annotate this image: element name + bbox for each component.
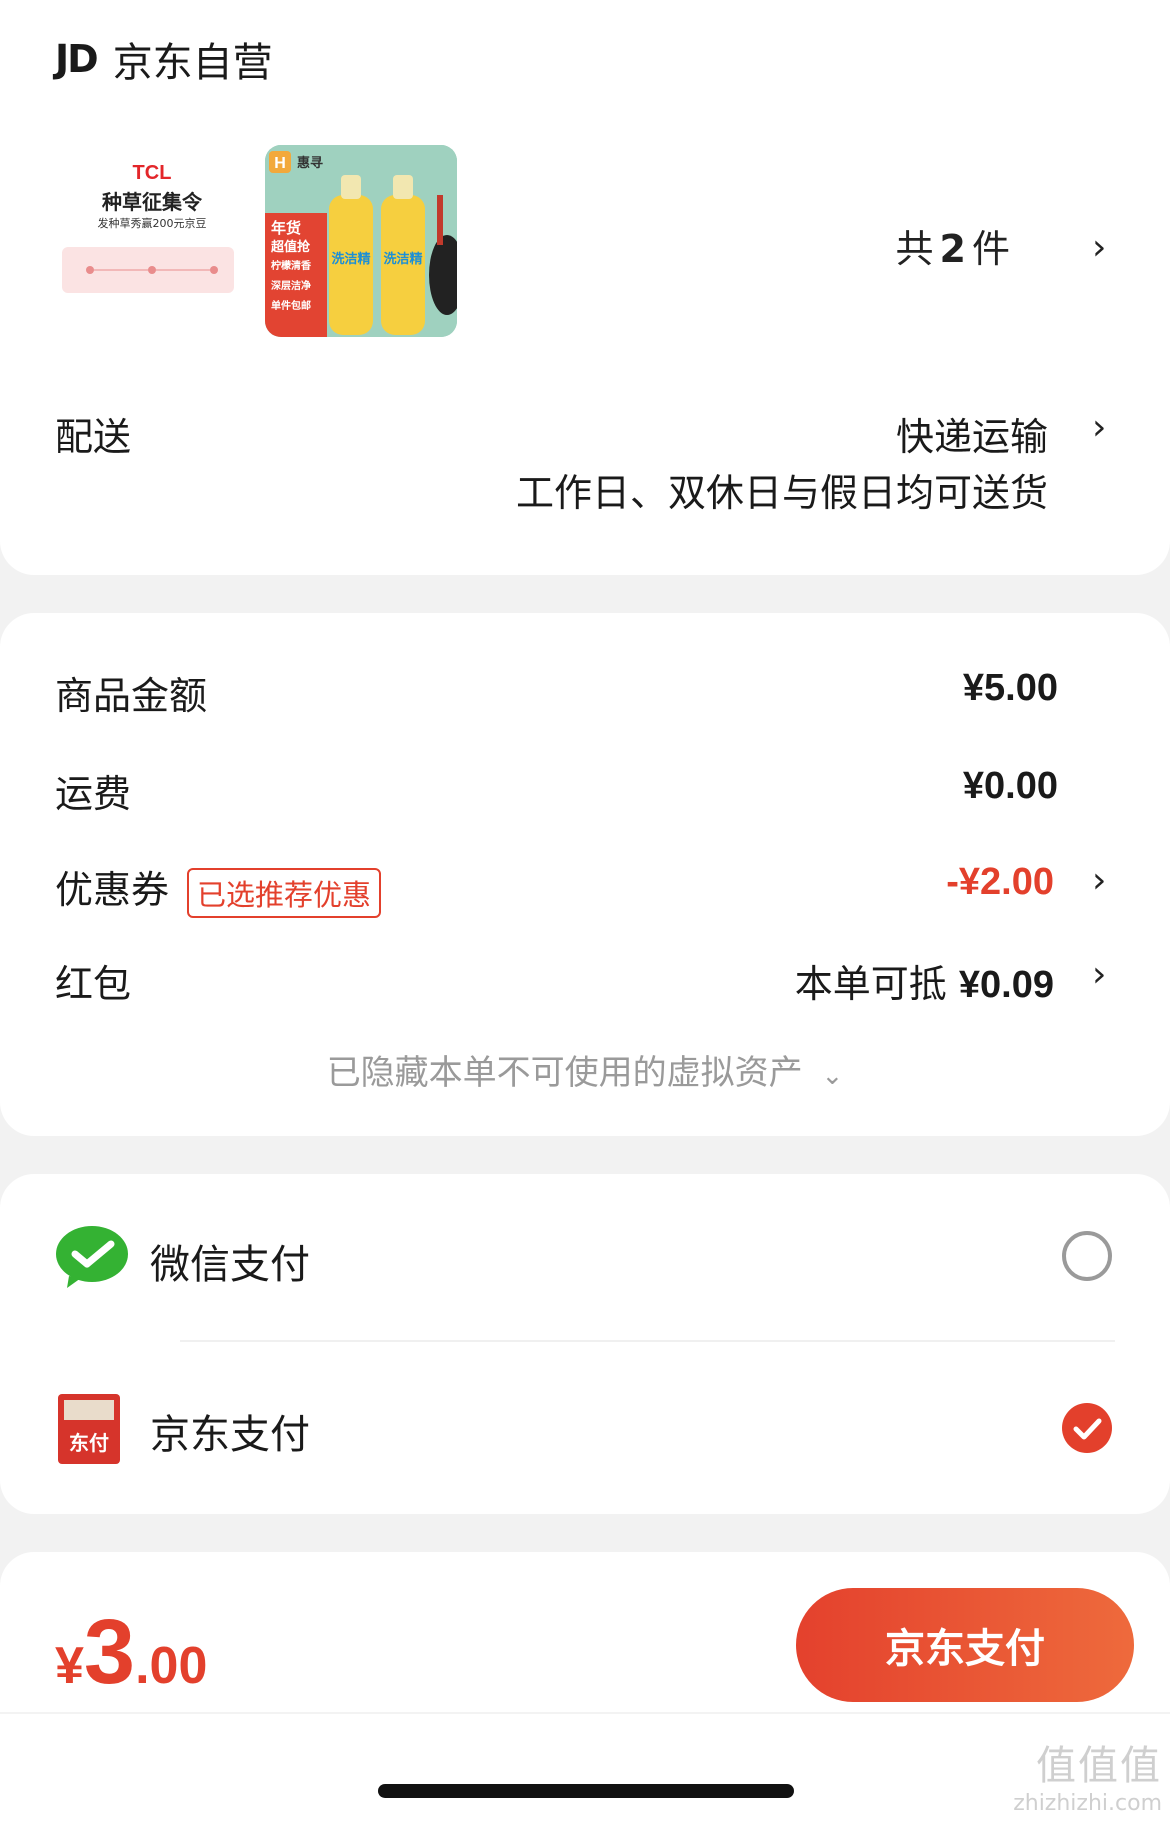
shipping-value: ¥0.00 bbox=[962, 765, 1058, 807]
item-count-value: 2 bbox=[939, 227, 966, 271]
jd-logo-icon: JD bbox=[55, 37, 99, 81]
payment-divider bbox=[180, 1340, 1115, 1342]
home-indicator[interactable] bbox=[378, 1784, 794, 1798]
shipping-label: 运费 bbox=[55, 772, 132, 816]
footer-divider bbox=[0, 1712, 1170, 1714]
price-summary-card: 商品金额 ¥5.00 运费 ¥0.00 优惠券 已选推荐优惠 -¥2.00 › 红… bbox=[0, 613, 1170, 1136]
thumb-b-badge-line: 单件包邮 bbox=[271, 299, 311, 312]
thumb-b-badge-line: 柠檬清香 bbox=[271, 259, 311, 272]
goods-amount-value: ¥5.00 bbox=[962, 667, 1058, 709]
pay-button[interactable]: 京东支付 bbox=[796, 1588, 1134, 1702]
delivery-chevron-icon[interactable]: › bbox=[1092, 410, 1106, 446]
goods-amount-label: 商品金额 bbox=[55, 674, 208, 718]
watermark: 值值值 zhizhizhi.com bbox=[1013, 1733, 1162, 1816]
order-total: ¥3.00 bbox=[55, 1600, 207, 1705]
order-items-card: JD 京东自营 TCL 种草征集令 发种草秀赢200元京豆 H 惠寻 年货超值抢… bbox=[0, 0, 1170, 575]
thumb-a-brand: TCL bbox=[133, 162, 172, 184]
delivery-note: 工作日、双休日与假日均可送货 bbox=[515, 471, 1048, 515]
hidden-assets-note: 已隐藏本单不可使用的虚拟资产 bbox=[326, 1053, 803, 1093]
thumb-b-badge-line: 超值抢 bbox=[271, 239, 311, 255]
delivery-method[interactable]: 快递运输 bbox=[896, 406, 1048, 461]
coupon-value[interactable]: -¥2.00 bbox=[946, 861, 1054, 904]
coupon-tag: 已选推荐优惠 bbox=[187, 867, 382, 918]
item-count[interactable]: 共2件 bbox=[896, 218, 1010, 273]
thumb-b-brand: 惠寻 bbox=[297, 155, 323, 171]
payment-methods-card: 微信支付 东付 京东支付 bbox=[0, 1174, 1170, 1514]
jd-pay-name[interactable]: 京东支付 bbox=[150, 1402, 310, 1460]
jd-pay-radio[interactable] bbox=[1062, 1403, 1112, 1453]
wechat-pay-name[interactable]: 微信支付 bbox=[150, 1232, 310, 1290]
watermark-url: zhizhizhi.com bbox=[1013, 1791, 1162, 1816]
chevron-down-icon: ⌄ bbox=[821, 1061, 844, 1091]
total-integer: 3 bbox=[83, 1601, 136, 1703]
thumb-b-product-2: 洗洁精 bbox=[383, 251, 422, 267]
thumb-b-badge-line: 年货 bbox=[271, 219, 301, 237]
redpack-label: 红包 bbox=[55, 962, 132, 1006]
watermark-logo: 值值值 bbox=[1036, 1743, 1162, 1789]
check-icon bbox=[1073, 1418, 1102, 1440]
total-decimal: .00 bbox=[135, 1637, 208, 1695]
jd-pay-icon: 东付 bbox=[58, 1394, 120, 1464]
redpack-chevron-icon[interactable]: › bbox=[1092, 957, 1106, 993]
redpack-value: ¥0.09 bbox=[958, 964, 1054, 1006]
thumb-b-badge-line: 深层洁净 bbox=[271, 279, 311, 292]
coupon-label: 优惠券 bbox=[55, 868, 170, 912]
item-count-prefix: 共 bbox=[895, 227, 934, 271]
thumb-b-product-1: 洗洁精 bbox=[331, 251, 370, 267]
store-header: JD 京东自营 bbox=[55, 30, 273, 88]
item-count-suffix: 件 bbox=[971, 227, 1010, 271]
store-name: 京东自营 bbox=[112, 40, 273, 86]
redpack-row[interactable]: 本单可抵 ¥0.09 bbox=[795, 953, 1054, 1008]
redpack-prefix: 本单可抵 bbox=[794, 962, 947, 1006]
svg-text:H: H bbox=[274, 155, 286, 172]
delivery-label: 配送 bbox=[55, 415, 132, 459]
coupon-row[interactable]: 优惠券 已选推荐优惠 bbox=[55, 859, 382, 918]
coupon-chevron-icon[interactable]: › bbox=[1092, 863, 1106, 899]
product-thumbnail-tcl[interactable]: TCL 种草征集令 发种草秀赢200元京豆 bbox=[56, 145, 248, 337]
thumb-a-title: 种草征集令 bbox=[101, 190, 203, 214]
wechat-pay-radio[interactable] bbox=[1062, 1231, 1112, 1281]
wechat-pay-icon bbox=[55, 1224, 128, 1288]
items-chevron-icon[interactable]: › bbox=[1092, 230, 1106, 266]
thumb-a-subtitle: 发种草秀赢200元京豆 bbox=[98, 216, 207, 230]
product-thumbnail-dish-soap[interactable]: H 惠寻 年货超值抢柠檬清香深层洁净单件包邮 洗洁精 洗洁精 bbox=[265, 145, 457, 337]
jd-pay-icon-text: 东付 bbox=[69, 1431, 109, 1455]
hidden-assets-toggle[interactable]: 已隐藏本单不可使用的虚拟资产 ⌄ bbox=[0, 1045, 1170, 1094]
total-currency: ¥ bbox=[55, 1637, 84, 1695]
